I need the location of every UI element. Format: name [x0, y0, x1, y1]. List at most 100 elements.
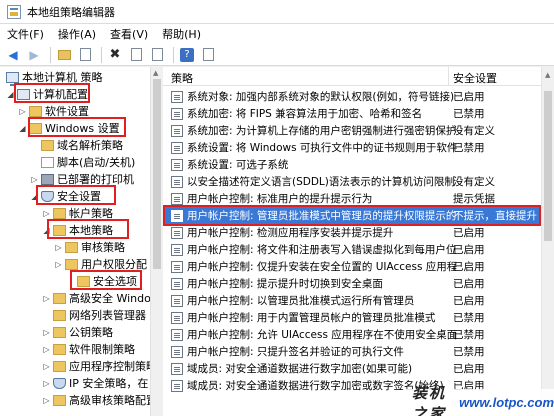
arrow-right-icon[interactable]: ▶ [25, 46, 43, 64]
policy-icon [171, 107, 183, 120]
scrollbar-thumb[interactable] [544, 91, 552, 241]
policy-row[interactable]: 用户帐户控制: 以管理员批准模式运行所有管理员 已启用 [163, 292, 541, 309]
delete-icon[interactable]: ✖ [106, 46, 124, 64]
up-folder-icon[interactable] [55, 46, 73, 64]
column-security-setting[interactable]: 安全设置 [453, 70, 497, 86]
column-divider[interactable] [448, 67, 449, 86]
policy-value: 已启用 [453, 278, 485, 290]
policy-row[interactable]: 域成员: 对安全通道数据进行数字加密(如果可能) 已启用 [163, 360, 541, 377]
site-watermark: 装机之家 www.lotpc.com [406, 384, 554, 416]
policy-value: 已禁用 [453, 346, 485, 358]
policy-name: 用户帐户控制: 检测应用程序安装并提示提升 [187, 227, 394, 239]
policy-icon [171, 311, 183, 324]
view-icon[interactable] [199, 46, 217, 64]
policy-row[interactable]: 以安全描述符定义语言(SDDL)语法表示的计算机访问限制 没有定义 [163, 173, 541, 190]
policy-name: 用户帐户控制: 提示提升时切换到安全桌面 [187, 278, 383, 290]
highlight-box-windows-settings [28, 117, 126, 137]
policy-icon [171, 141, 183, 154]
expand-arrow-icon[interactable]: ▷ [18, 107, 27, 116]
window-title: 本地组策略编辑器 [27, 5, 115, 19]
expand-arrow-icon[interactable]: ▷ [42, 379, 51, 388]
tree-item-public-key-policies[interactable]: ▷ 公钥策略 [42, 324, 113, 340]
tree-item-name-resolution-policy[interactable]: 域名解析策略 [30, 137, 123, 153]
shield-icon [53, 377, 66, 389]
export-list-icon[interactable] [148, 46, 166, 64]
tree-scrollbar[interactable]: ▲ [150, 67, 162, 416]
policy-name: 用户帐户控制: 将文件和注册表写入错误虚拟化到每用户位置 [187, 244, 457, 256]
policy-list-scrollbar[interactable]: ▲ [541, 67, 554, 416]
scroll-up-arrow-icon[interactable]: ▲ [153, 69, 158, 77]
menu-bar: 文件(F) 操作(A) 查看(V) 帮助(H) [0, 24, 554, 44]
policy-name: 系统设置: 可选子系统 [187, 159, 289, 171]
tree-item-label: 应用程序控制策略 [69, 360, 157, 373]
collapse-arrow-icon[interactable]: ◢ [18, 124, 27, 133]
expand-arrow-icon[interactable]: ▷ [42, 396, 51, 405]
policy-name: 用户帐户控制: 以管理员批准模式运行所有管理员 [187, 295, 415, 307]
expand-arrow-icon[interactable]: ▷ [42, 328, 51, 337]
expand-arrow-icon[interactable]: ▷ [42, 362, 51, 371]
policy-row[interactable]: 用户帐户控制: 提示提升时切换到安全桌面 已启用 [163, 275, 541, 292]
properties-icon[interactable] [127, 46, 145, 64]
policy-row[interactable]: 系统加密: 将 FIPS 兼容算法用于加密、哈希和签名 已禁用 [163, 105, 541, 122]
menu-view[interactable]: 查看(V) [103, 26, 155, 42]
policy-name: 系统加密: 为计算机上存储的用户密钥强制进行强密钥保护 [187, 125, 457, 137]
toolbar-separator [101, 46, 102, 63]
policy-row[interactable]: 用户帐户控制: 仅提升安装在安全位置的 UIAccess 应用程序 已启用 [163, 258, 541, 275]
policy-row[interactable]: 系统加密: 为计算机上存储的用户密钥强制进行强密钥保护 没有定义 [163, 122, 541, 139]
tree-item-audit-policy[interactable]: ▷ 审核策略 [54, 239, 125, 255]
help-icon[interactable]: ? [178, 46, 196, 64]
arrow-left-icon[interactable]: ◀ [4, 46, 22, 64]
watermark-url: www.lotpc.com [459, 395, 554, 410]
tree-item-ip-security[interactable]: ▷ IP 安全策略，在 [42, 375, 148, 391]
policy-row[interactable]: 系统设置: 将 Windows 可执行文件中的证书规则用于软件... 已禁用 [163, 139, 541, 156]
menu-action[interactable]: 操作(A) [51, 26, 103, 42]
highlight-box-security-settings [36, 185, 116, 205]
policy-icon [171, 158, 183, 171]
folder-icon [53, 360, 66, 372]
folder-icon [53, 207, 66, 219]
highlight-box-local-policies [47, 219, 129, 239]
tree-item-label: 公钥策略 [69, 326, 113, 339]
policy-icon [171, 226, 183, 239]
policy-row[interactable]: 用户帐户控制: 允许 UIAccess 应用程序在不使用安全桌面... 已禁用 [163, 326, 541, 343]
policy-value: 没有定义 [453, 125, 495, 137]
expand-arrow-icon[interactable]: ▷ [30, 175, 39, 184]
expand-arrow-icon[interactable]: ▷ [42, 294, 51, 303]
expand-arrow-icon[interactable]: ▷ [54, 243, 63, 252]
tree-item-software-restriction[interactable]: ▷ 软件限制策略 [42, 341, 135, 357]
policy-row[interactable]: 用户帐户控制: 用于内置管理员帐户的管理员批准模式 已禁用 [163, 309, 541, 326]
scrollbar-thumb[interactable] [153, 79, 161, 269]
policy-row[interactable]: 系统设置: 可选子系统 [163, 156, 541, 173]
expand-arrow-icon[interactable]: ▷ [42, 209, 51, 218]
policy-value: 已禁用 [453, 312, 485, 324]
tree-item-advanced-audit[interactable]: ▷ 高级审核策略配置 [42, 392, 157, 408]
scroll-up-arrow-icon[interactable]: ▲ [545, 71, 550, 79]
expand-arrow-icon[interactable]: ▷ [54, 260, 63, 269]
policy-list-pane: 策略 安全设置 系统对象: 加强内部系统对象的默认权限(例如，符号链接) 已启用 … [163, 67, 554, 416]
policy-row[interactable]: 用户帐户控制: 只提升签名并验证的可执行文件 已禁用 [163, 343, 541, 360]
policy-icon [171, 192, 183, 205]
title-bar: 本地组策略编辑器 [0, 0, 554, 24]
show-hide-tree-icon[interactable] [76, 46, 94, 64]
policy-icon [171, 379, 183, 392]
policy-row[interactable]: 用户帐户控制: 将文件和注册表写入错误虚拟化到每用户位置 已启用 [163, 241, 541, 258]
policy-name: 用户帐户控制: 允许 UIAccess 应用程序在不使用安全桌面... [187, 329, 457, 341]
policy-row[interactable]: 用户帐户控制: 检测应用程序安装并提示提升 已启用 [163, 224, 541, 241]
tree-item-network-list-manager[interactable]: 网络列表管理器 [42, 307, 146, 323]
tree-item-app-control-policies[interactable]: ▷ 应用程序控制策略 [42, 358, 157, 374]
toolbar-separator [50, 46, 51, 63]
menu-help[interactable]: 帮助(H) [155, 26, 208, 42]
tree-item-scripts[interactable]: 脚本(启动/关机) [30, 154, 135, 170]
policy-row[interactable]: 系统对象: 加强内部系统对象的默认权限(例如，符号链接) 已启用 [163, 88, 541, 105]
column-policy[interactable]: 策略 [171, 70, 193, 86]
policy-name: 用户帐户控制: 用于内置管理员帐户的管理员批准模式 [187, 312, 436, 324]
tree-item-advanced-firewall[interactable]: ▷ 高级安全 Windows [42, 290, 161, 306]
policy-value: 已启用 [453, 244, 485, 256]
navigation-tree: 本地计算机 策略 ◢ 计算机配置 ▷ 软件设置 ◢ Windows 设置 域名解… [0, 67, 162, 416]
policy-value: 已启用 [453, 227, 485, 239]
menu-file[interactable]: 文件(F) [0, 26, 51, 42]
expand-arrow-icon[interactable]: ▷ [42, 345, 51, 354]
policy-value: 已禁用 [453, 329, 485, 341]
policy-icon [171, 362, 183, 375]
policy-icon [171, 345, 183, 358]
